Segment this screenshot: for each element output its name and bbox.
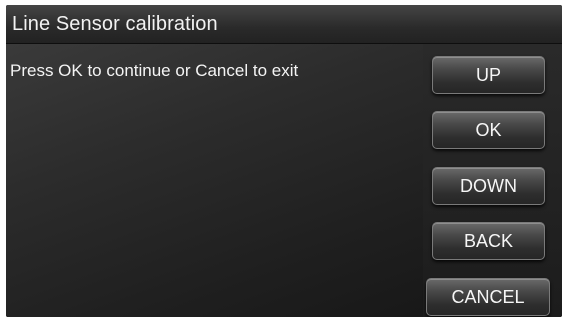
cancel-button[interactable]: CANCEL	[426, 278, 550, 316]
ok-button[interactable]: OK	[432, 111, 545, 149]
message-panel: Press OK to continue or Cancel to exit	[6, 44, 423, 317]
instruction-message: Press OK to continue or Cancel to exit	[10, 61, 299, 80]
printer-display-screen: Line Sensor calibration Press OK to cont…	[6, 5, 562, 317]
down-button[interactable]: DOWN	[432, 167, 545, 205]
up-button[interactable]: UP	[432, 56, 545, 94]
page-title: Line Sensor calibration	[12, 13, 218, 35]
back-button[interactable]: BACK	[432, 222, 545, 260]
button-column: UP OK DOWN BACK CANCEL	[423, 44, 562, 317]
title-bar: Line Sensor calibration	[6, 5, 562, 44]
